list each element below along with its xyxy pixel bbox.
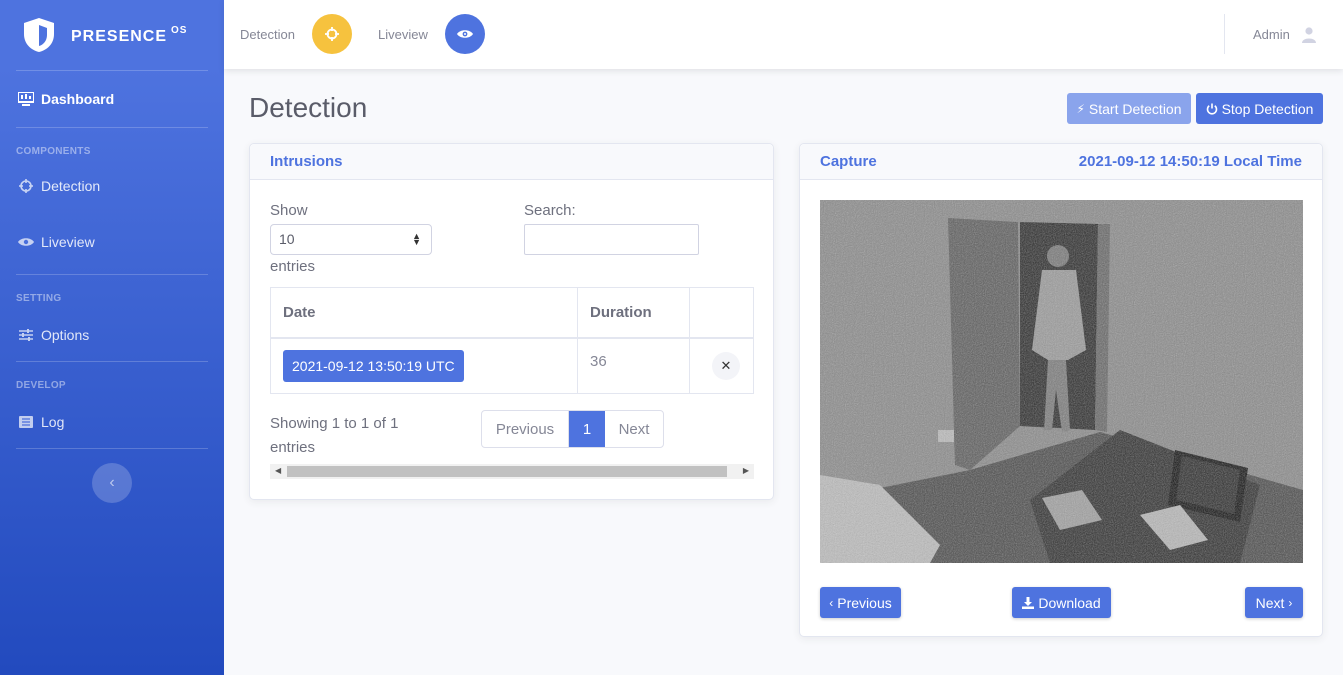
download-icon	[1022, 596, 1035, 609]
capture-previous-button[interactable]: ‹ Previous	[820, 587, 901, 618]
capture-next-label: Next	[1255, 594, 1285, 611]
capture-scene	[820, 200, 1303, 563]
download-button[interactable]: Download	[1012, 587, 1111, 618]
crosshairs-icon[interactable]	[311, 14, 352, 54]
intrusions-card: Intrusions Show 10 ▲ ▼ entries Search: Da…	[249, 143, 774, 500]
topbar-detection-link[interactable]: Detection	[240, 14, 352, 54]
sidebar-item-liveview[interactable]: Liveview	[0, 210, 224, 274]
capture-previous-label: Previous	[837, 594, 892, 611]
eye-icon	[17, 237, 35, 247]
page-title: Detection	[249, 92, 368, 123]
sidebar-item-label: Dashboard	[41, 91, 115, 107]
intrusions-card-header: Intrusions	[250, 144, 773, 180]
user-menu[interactable]: Admin	[1253, 0, 1316, 69]
capture-image	[820, 200, 1303, 563]
scroll-right-icon[interactable]: ▶	[743, 466, 749, 475]
power-icon	[1206, 103, 1217, 115]
sidebar-heading-components: COMPONENTS	[16, 146, 91, 157]
scrollbar-thumb[interactable]	[287, 466, 727, 477]
stop-detection-button[interactable]: Stop Detection	[1196, 93, 1323, 124]
topbar: Detection Liveview Admin	[224, 0, 1343, 69]
eye-icon[interactable]	[444, 14, 485, 54]
table-header-row: Date Duration	[270, 287, 754, 339]
start-detection-label: Start Detection	[1088, 100, 1182, 117]
search-label: Search:	[524, 202, 576, 219]
chevron-right-icon: ›	[1288, 595, 1293, 610]
table-row: 2021-09-12 13:50:19 UTC 36 ✕	[270, 337, 754, 394]
close-icon[interactable]: ✕	[712, 351, 740, 380]
sidebar-toggle-button[interactable]: ‹	[92, 463, 132, 503]
page-size-value: 10	[279, 231, 295, 247]
topbar-detection-label: Detection	[240, 26, 295, 42]
dashboard-icon	[17, 92, 35, 106]
page-size-select[interactable]: 10 ▲ ▼	[270, 224, 432, 255]
capture-card: Capture 2021-09-12 14:50:19 Local Time ‹…	[799, 143, 1323, 637]
table-info-line2: entries	[270, 439, 316, 456]
sidebar: PRESENCE OS Dashboard COMPONENTS Detectio…	[0, 0, 224, 675]
pagination-previous[interactable]: Previous	[482, 411, 569, 447]
sidebar-item-options[interactable]: Options	[0, 309, 224, 361]
sidebar-item-label: Options	[41, 327, 90, 343]
sidebar-item-label: Detection	[41, 178, 101, 194]
date-button[interactable]: 2021-09-12 13:50:19 UTC	[283, 349, 464, 382]
bolt-icon: ⚡︎	[1076, 101, 1085, 116]
sidebar-divider	[16, 448, 208, 449]
table-info-line1: Showing 1 to 1 of 1	[270, 415, 399, 432]
sidebar-item-dashboard[interactable]: Dashboard	[0, 71, 224, 127]
date-cell: 2021-09-12 13:50:19 UTC	[270, 337, 578, 394]
column-header-actions	[689, 287, 754, 339]
scroll-left-icon[interactable]: ◀	[275, 466, 281, 475]
sidebar-item-log[interactable]: Log	[0, 396, 224, 448]
user-name: Admin	[1253, 27, 1290, 42]
actions-cell: ✕	[689, 337, 754, 394]
topbar-liveview-link[interactable]: Liveview	[378, 14, 485, 54]
topbar-divider	[1224, 14, 1225, 54]
chevron-left-icon: ‹	[829, 595, 834, 610]
horizontal-scrollbar[interactable]: ◀ ▶	[270, 464, 754, 479]
crosshairs-icon	[17, 179, 35, 193]
intrusions-title: Intrusions	[270, 153, 343, 170]
capture-card-header: Capture 2021-09-12 14:50:19 Local Time	[800, 144, 1322, 180]
entries-label: entries	[270, 258, 316, 275]
search-input[interactable]	[524, 224, 699, 255]
sidebar-item-detection[interactable]: Detection	[0, 162, 224, 210]
shield-logo-icon	[24, 18, 54, 52]
table-info: Showing 1 to 1 of 1 entries	[270, 412, 398, 460]
capture-timestamp: 2021-09-12 14:50:19 Local Time	[1078, 153, 1302, 170]
pagination-next[interactable]: Next	[605, 411, 663, 447]
sort-arrows-icon: ▲ ▼	[412, 231, 421, 247]
stop-detection-label: Stop Detection	[1221, 100, 1314, 117]
sliders-icon	[17, 329, 35, 341]
user-icon	[1301, 26, 1316, 43]
capture-next-button[interactable]: Next ›	[1245, 587, 1303, 618]
download-label: Download	[1038, 594, 1101, 611]
brand-name: PRESENCE OS	[71, 24, 188, 45]
duration-cell: 36	[577, 337, 690, 394]
sidebar-heading-develop: DEVELOP	[16, 380, 66, 391]
sidebar-heading-setting: SETTING	[16, 293, 62, 304]
column-header-date[interactable]: Date	[270, 287, 578, 339]
start-detection-button[interactable]: ⚡︎ Start Detection	[1067, 93, 1191, 124]
topbar-liveview-label: Liveview	[378, 26, 428, 42]
intrusions-table: Date Duration 2021-09-12 13:50:19 UTC 36…	[270, 287, 754, 394]
brand[interactable]: PRESENCE OS	[0, 0, 224, 70]
pagination-page[interactable]: 1	[569, 411, 605, 447]
capture-title: Capture	[820, 153, 877, 170]
show-label: Show	[270, 202, 308, 219]
list-icon	[17, 416, 35, 428]
pagination: Previous 1 Next	[481, 410, 664, 448]
column-header-duration[interactable]: Duration	[577, 287, 690, 339]
sidebar-item-label: Liveview	[41, 234, 95, 250]
sidebar-item-label: Log	[41, 414, 65, 430]
chevron-left-icon: ‹	[109, 474, 115, 491]
